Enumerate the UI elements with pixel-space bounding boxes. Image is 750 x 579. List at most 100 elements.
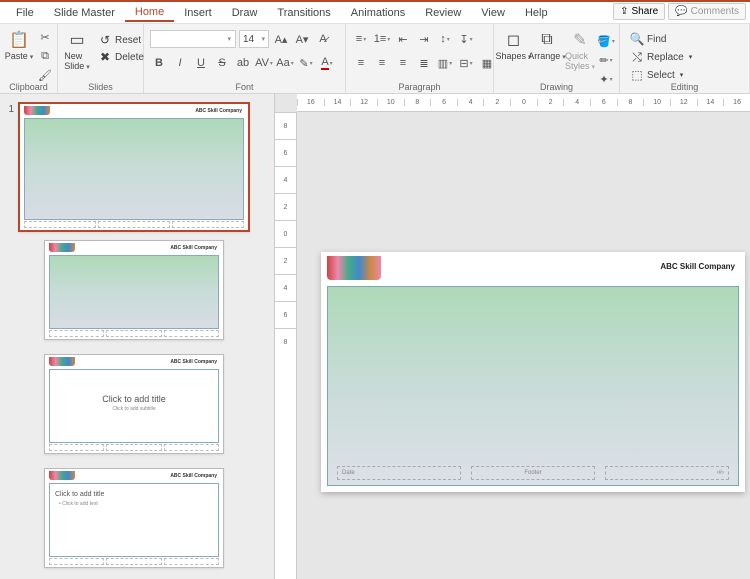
- bullets-button[interactable]: ≡: [352, 30, 370, 48]
- tab-animations[interactable]: Animations: [341, 4, 415, 22]
- comments-button[interactable]: 💬Comments: [668, 3, 746, 20]
- underline-button[interactable]: U: [192, 54, 210, 72]
- layout-thumbnail-2[interactable]: ABC Skill Company Click to add title Cli…: [44, 354, 224, 454]
- align-left-button[interactable]: ≡: [352, 54, 370, 72]
- shapes-icon: ◻: [504, 30, 524, 50]
- slide-editor: 1614121086420246810121416 864202468 ABC …: [275, 94, 750, 579]
- eraser-icon: A̷: [319, 33, 326, 45]
- tab-draw[interactable]: Draw: [222, 4, 268, 22]
- align-text-button[interactable]: ⊟: [457, 54, 475, 72]
- italic-button[interactable]: I: [171, 54, 189, 72]
- slide-master-panel: 1 ABC Skill Company ABC Skill Company AB…: [0, 94, 275, 579]
- copy-button[interactable]: ⧉: [36, 47, 54, 65]
- slide-logo[interactable]: [327, 256, 381, 280]
- font-name-combo[interactable]: ▾: [150, 30, 236, 48]
- bullets-icon: ≡: [356, 33, 362, 45]
- align-center-icon: ≡: [379, 57, 385, 69]
- tab-slide-master[interactable]: Slide Master: [44, 4, 125, 22]
- slide-number: 1: [4, 102, 14, 115]
- logo-graphic: [49, 357, 75, 366]
- justify-button[interactable]: ≣: [415, 54, 433, 72]
- reset-button[interactable]: ↺Reset: [94, 32, 148, 48]
- indent-icon: ⇥: [419, 33, 428, 46]
- reset-icon: ↺: [98, 33, 112, 47]
- columns-button[interactable]: ▥: [436, 54, 454, 72]
- tab-file[interactable]: File: [6, 4, 44, 22]
- subtitle-placeholder: Click to add subtitle: [45, 406, 223, 412]
- footer-placeholder[interactable]: Footer: [471, 466, 595, 480]
- logo-graphic: [49, 243, 75, 252]
- horizontal-ruler[interactable]: 1614121086420246810121416: [297, 94, 750, 112]
- paste-icon: 📋: [9, 30, 29, 50]
- logo-graphic: [49, 471, 75, 480]
- spacing-button[interactable]: AV: [255, 54, 273, 72]
- shadow-button[interactable]: ab: [234, 54, 252, 72]
- font-color-button[interactable]: A: [318, 54, 336, 72]
- tab-home[interactable]: Home: [125, 3, 174, 22]
- shape-outline-button[interactable]: ✏: [597, 51, 615, 69]
- shapes-button[interactable]: ◻ Shapes: [498, 28, 529, 63]
- delete-icon: ✖: [98, 50, 112, 64]
- arrange-icon: ⧉: [537, 30, 557, 50]
- paste-button[interactable]: 📋 Paste: [4, 28, 34, 63]
- group-label-drawing: Drawing: [494, 82, 619, 92]
- fill-icon: 🪣: [597, 35, 611, 48]
- highlight-button[interactable]: ✎: [297, 54, 315, 72]
- align-text-icon: ⊟: [459, 57, 468, 70]
- columns-icon: ▥: [438, 57, 448, 70]
- tab-view[interactable]: View: [471, 4, 515, 22]
- decrease-font-button[interactable]: A▾: [293, 30, 311, 48]
- line-spacing-button[interactable]: ↕: [436, 30, 454, 48]
- share-icon: ⇪: [620, 6, 628, 17]
- master-slide[interactable]: ABC Skill Company Date Footer ‹#›: [321, 252, 745, 492]
- indent-button[interactable]: ⇥: [415, 30, 433, 48]
- delete-button[interactable]: ✖Delete: [94, 49, 148, 65]
- pagenum-placeholder[interactable]: ‹#›: [605, 466, 729, 480]
- brush-icon: 🖌: [38, 69, 52, 82]
- find-button[interactable]: 🔍Find: [626, 31, 696, 47]
- arrange-button[interactable]: ⧉ Arrange: [531, 28, 563, 63]
- increase-font-button[interactable]: A▴: [272, 30, 290, 48]
- group-font: ▾ 14▾ A▴ A▾ A̷ B I U S ab AV Aa ✎ A Font: [144, 24, 346, 93]
- slide-body[interactable]: [327, 286, 739, 486]
- align-left-icon: ≡: [358, 57, 364, 69]
- strike-button[interactable]: S: [213, 54, 231, 72]
- scissors-icon: ✂: [40, 31, 49, 44]
- align-right-icon: ≡: [400, 57, 406, 69]
- quick-styles-button[interactable]: ✎ Quick Styles: [565, 28, 595, 73]
- new-slide-button[interactable]: ▭ New Slide: [62, 28, 92, 73]
- font-color-icon: A: [321, 56, 328, 70]
- master-thumbnail[interactable]: ABC Skill Company: [18, 102, 250, 232]
- vertical-ruler[interactable]: 864202468: [275, 112, 297, 579]
- align-center-button[interactable]: ≡: [373, 54, 391, 72]
- tab-insert[interactable]: Insert: [174, 4, 222, 22]
- layout-thumbnail-3[interactable]: ABC Skill Company Click to add title • C…: [44, 468, 224, 568]
- cut-button[interactable]: ✂: [36, 28, 54, 46]
- select-icon: ⬚: [630, 68, 644, 82]
- canvas[interactable]: ABC Skill Company Date Footer ‹#›: [297, 112, 750, 579]
- numbering-button[interactable]: 1≡: [373, 30, 391, 48]
- thumb-body: [24, 118, 244, 220]
- clear-format-button[interactable]: A̷: [314, 30, 332, 48]
- layout-thumbnail-1[interactable]: ABC Skill Company: [44, 240, 224, 340]
- group-drawing: ◻ Shapes ⧉ Arrange ✎ Quick Styles 🪣 ✏ ✦ …: [494, 24, 620, 93]
- select-button[interactable]: ⬚Select▾: [626, 67, 696, 83]
- group-label-paragraph: Paragraph: [346, 82, 493, 92]
- tab-review[interactable]: Review: [415, 4, 471, 22]
- shape-fill-button[interactable]: 🪣: [597, 32, 615, 50]
- align-right-button[interactable]: ≡: [394, 54, 412, 72]
- tab-transitions[interactable]: Transitions: [267, 4, 340, 22]
- company-label: ABC Skill Company: [170, 245, 217, 251]
- slide-company-text[interactable]: ABC Skill Company: [660, 262, 735, 271]
- ribbon: 📋 Paste ✂ ⧉ 🖌 Clipboard ▭ New Slide ↺Res…: [0, 24, 750, 94]
- case-button[interactable]: Aa: [276, 54, 294, 72]
- outdent-button[interactable]: ⇤: [394, 30, 412, 48]
- share-button[interactable]: ⇪Share: [613, 3, 665, 20]
- group-label-font: Font: [144, 82, 345, 92]
- bold-button[interactable]: B: [150, 54, 168, 72]
- tab-help[interactable]: Help: [515, 4, 558, 22]
- text-direction-button[interactable]: ↧: [457, 30, 475, 48]
- font-size-combo[interactable]: 14▾: [239, 30, 269, 48]
- date-placeholder[interactable]: Date: [337, 466, 461, 480]
- replace-button[interactable]: ⤭Replace▾: [626, 49, 696, 65]
